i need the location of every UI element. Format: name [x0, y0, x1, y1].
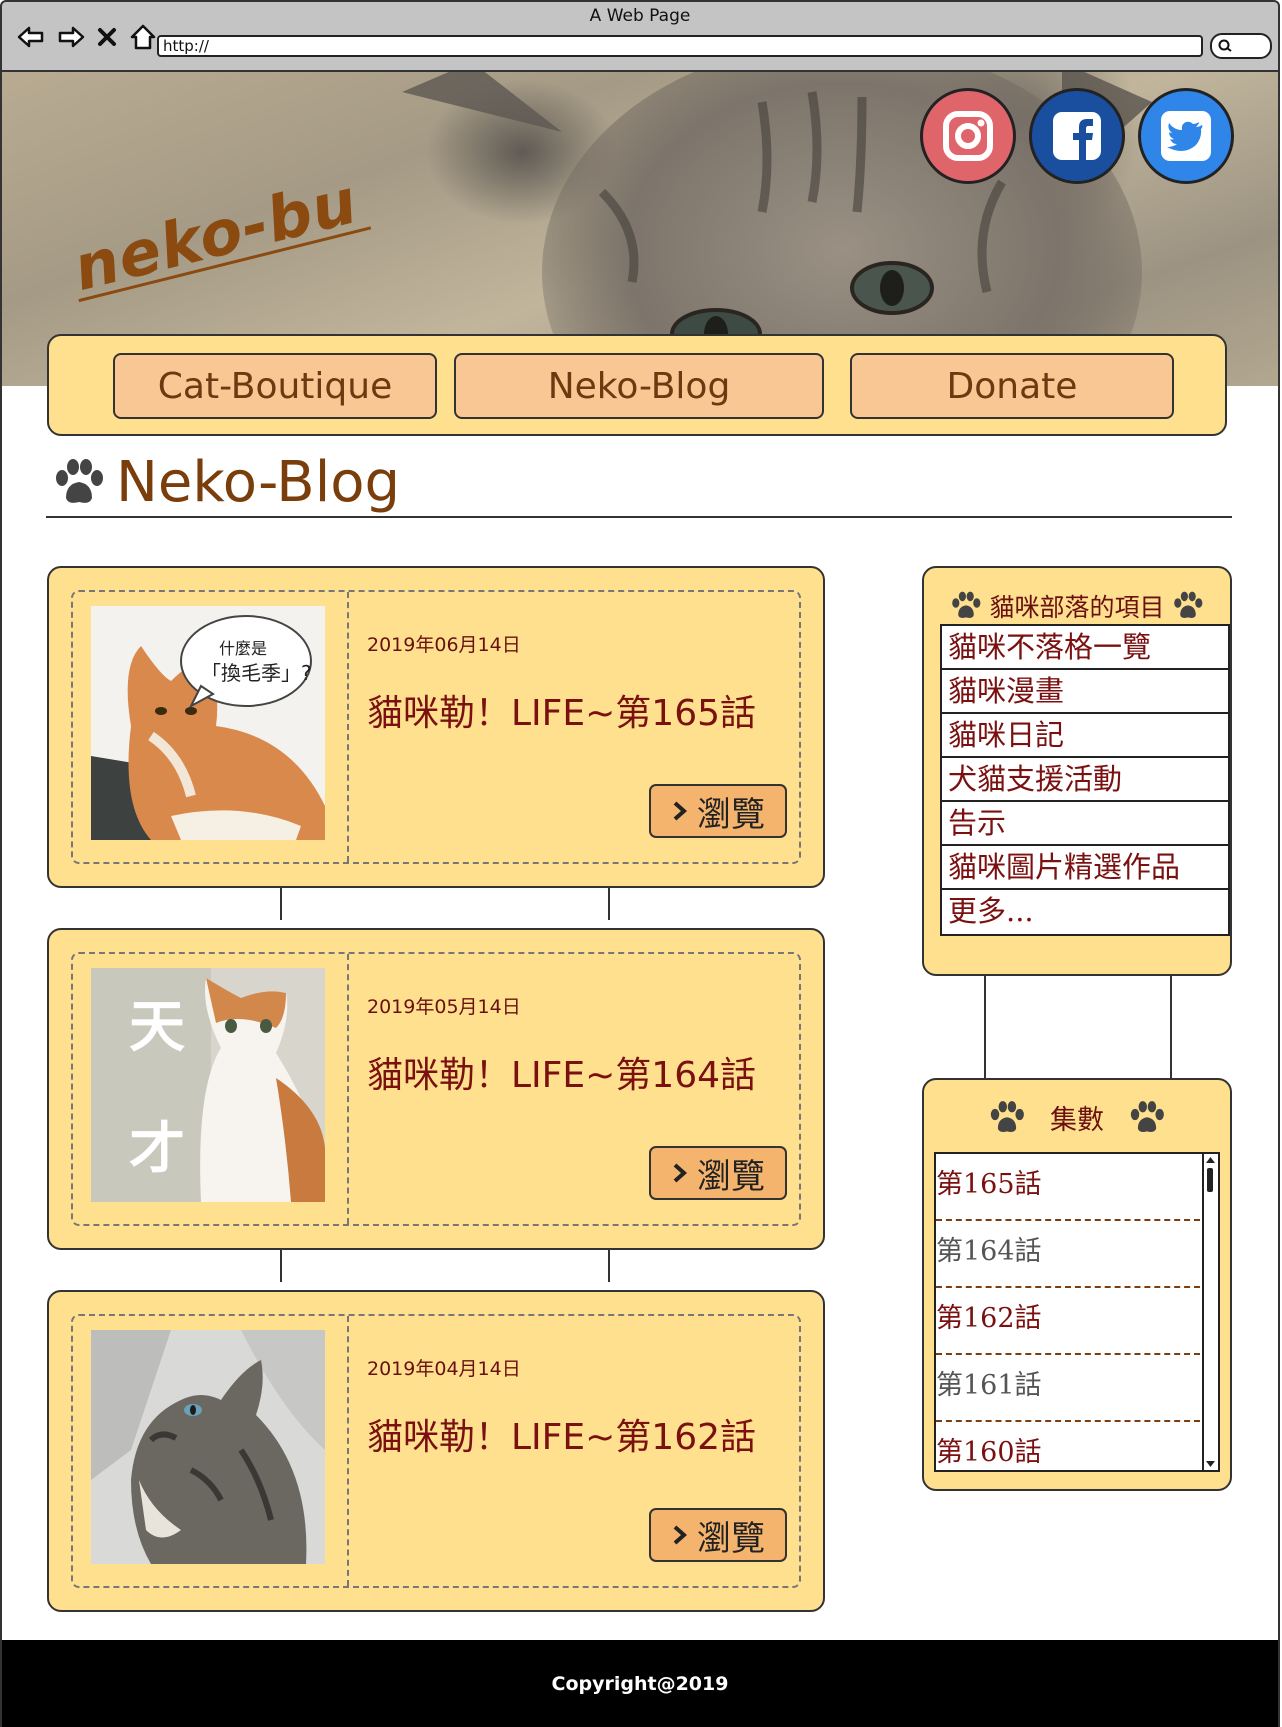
- chevron-right-icon: [673, 801, 688, 821]
- episode-item[interactable]: 第165話: [936, 1154, 1200, 1221]
- connector-line: [280, 888, 282, 920]
- post-inner: 什麼是 「換毛季」? 2019年06月14日 貓咪勒！LIFE~第165話 瀏覽: [71, 590, 801, 864]
- main-nav: Cat-Boutique Neko-Blog Donate: [47, 334, 1227, 436]
- browser-window: A Web Page http://: [0, 0, 1280, 72]
- view-button[interactable]: 瀏覽: [649, 784, 787, 838]
- post-title[interactable]: 貓咪勒！LIFE~第165話: [367, 684, 756, 736]
- post-divider: [347, 592, 349, 862]
- svg-text:才: 才: [129, 1117, 185, 1182]
- browser-nav: [16, 22, 158, 52]
- post-thumbnail[interactable]: [91, 1330, 325, 1564]
- scroll-down-icon[interactable]: [1205, 1459, 1216, 1469]
- categories-list: 貓咪不落格一覽 貓咪漫畫 貓咪日記 犬貓支援活動 告示 貓咪圖片精選作品 更多.…: [940, 624, 1230, 936]
- post-thumbnail[interactable]: 什麼是 「換毛季」?: [91, 606, 325, 840]
- footer: Copyright@2019: [2, 1640, 1278, 1727]
- post-inner: 天 才 2019年05月14日 貓咪勒！LIFE~第164話 瀏覽: [71, 952, 801, 1226]
- post-date: 2019年06月14日: [367, 634, 521, 656]
- episodes-panel: 集數 第165話 第164話 第162話 第161話 第160話: [922, 1078, 1232, 1491]
- episode-item[interactable]: 第161話: [936, 1355, 1200, 1422]
- facebook-button[interactable]: [1029, 88, 1125, 184]
- category-item[interactable]: 更多...: [942, 890, 1228, 934]
- view-label: 瀏覽: [697, 1156, 765, 1197]
- paw-icon: [1173, 591, 1202, 618]
- svg-text:「換毛季」?: 「換毛季」?: [201, 661, 312, 685]
- view-label: 瀏覽: [697, 1518, 765, 1559]
- heading-divider: [46, 516, 1232, 518]
- view-button[interactable]: 瀏覽: [649, 1146, 787, 1200]
- stop-icon[interactable]: [96, 22, 118, 52]
- browser-search[interactable]: [1210, 33, 1272, 59]
- copyright-text: Copyright@2019: [551, 1672, 729, 1695]
- scrollbar[interactable]: [1202, 1154, 1218, 1470]
- post-date: 2019年04月14日: [367, 1358, 521, 1380]
- twitter-button[interactable]: [1138, 88, 1234, 184]
- scrollbar-thumb[interactable]: [1207, 1168, 1213, 1192]
- category-item[interactable]: 貓咪圖片精選作品: [942, 846, 1228, 890]
- connector-line: [1170, 976, 1172, 1078]
- back-icon[interactable]: [16, 22, 46, 52]
- categories-header: 貓咪部落的項目: [924, 588, 1230, 624]
- blog-post-card: 天 才 2019年05月14日 貓咪勒！LIFE~第164話 瀏覽: [47, 928, 825, 1250]
- episode-item[interactable]: 第164話: [936, 1221, 1200, 1288]
- page-title: Neko-Blog: [116, 450, 401, 515]
- scroll-up-icon[interactable]: [1205, 1155, 1216, 1165]
- paw-icon: [990, 1100, 1024, 1132]
- categories-title: 貓咪部落的項目: [989, 593, 1165, 622]
- address-bar[interactable]: http://: [157, 35, 1203, 57]
- categories-panel: 貓咪部落的項目 貓咪不落格一覽 貓咪漫畫 貓咪日記 犬貓支援活動 告示 貓咪圖片…: [922, 566, 1232, 976]
- paw-icon: [1130, 1100, 1164, 1132]
- paw-icon: [56, 458, 103, 503]
- post-divider: [347, 1316, 349, 1586]
- forward-icon[interactable]: [56, 22, 86, 52]
- page-heading: Neko-Blog: [52, 450, 400, 515]
- post-thumbnail[interactable]: 天 才: [91, 968, 325, 1202]
- episodes-title: 集數: [1050, 1105, 1104, 1136]
- episode-item[interactable]: 第162話: [936, 1288, 1200, 1355]
- connector-line: [608, 1250, 610, 1282]
- post-title[interactable]: 貓咪勒！LIFE~第164話: [367, 1046, 756, 1098]
- home-icon[interactable]: [128, 22, 158, 52]
- twitter-icon: [1161, 111, 1211, 161]
- category-item[interactable]: 貓咪不落格一覽: [942, 626, 1228, 670]
- episodes-listbox[interactable]: 第165話 第164話 第162話 第161話 第160話: [934, 1152, 1220, 1472]
- category-item[interactable]: 貓咪漫畫: [942, 670, 1228, 714]
- connector-line: [984, 976, 986, 1078]
- post-divider: [347, 954, 349, 1224]
- svg-text:什麼是: 什麼是: [219, 639, 267, 658]
- post-title[interactable]: 貓咪勒！LIFE~第162話: [367, 1408, 756, 1460]
- episode-item[interactable]: 第160話: [936, 1422, 1200, 1470]
- nav-neko-blog[interactable]: Neko-Blog: [454, 353, 824, 419]
- category-item[interactable]: 告示: [942, 802, 1228, 846]
- paw-icon: [952, 591, 981, 618]
- view-button[interactable]: 瀏覽: [649, 1508, 787, 1562]
- post-inner: 2019年04月14日 貓咪勒！LIFE~第162話 瀏覽: [71, 1314, 801, 1588]
- post-thumb-text: 天: [129, 995, 185, 1060]
- nav-donate[interactable]: Donate: [850, 353, 1174, 419]
- category-item[interactable]: 犬貓支援活動: [942, 758, 1228, 802]
- chevron-right-icon: [673, 1163, 688, 1183]
- view-label: 瀏覽: [697, 794, 765, 835]
- post-date: 2019年05月14日: [367, 996, 521, 1018]
- facebook-icon: [1053, 112, 1101, 160]
- chevron-right-icon: [673, 1525, 688, 1545]
- connector-line: [608, 888, 610, 920]
- category-item[interactable]: 貓咪日記: [942, 714, 1228, 758]
- instagram-button[interactable]: [920, 88, 1016, 184]
- instagram-icon: [943, 111, 993, 161]
- blog-post-card: 什麼是 「換毛季」? 2019年06月14日 貓咪勒！LIFE~第165話 瀏覽: [47, 566, 825, 888]
- connector-line: [280, 1250, 282, 1282]
- episodes-header: 集數: [924, 1098, 1230, 1137]
- nav-cat-boutique[interactable]: Cat-Boutique: [113, 353, 437, 419]
- blog-post-card: 2019年04月14日 貓咪勒！LIFE~第162話 瀏覽: [47, 1290, 825, 1612]
- search-icon: [1218, 39, 1232, 52]
- window-title: A Web Page: [589, 6, 691, 26]
